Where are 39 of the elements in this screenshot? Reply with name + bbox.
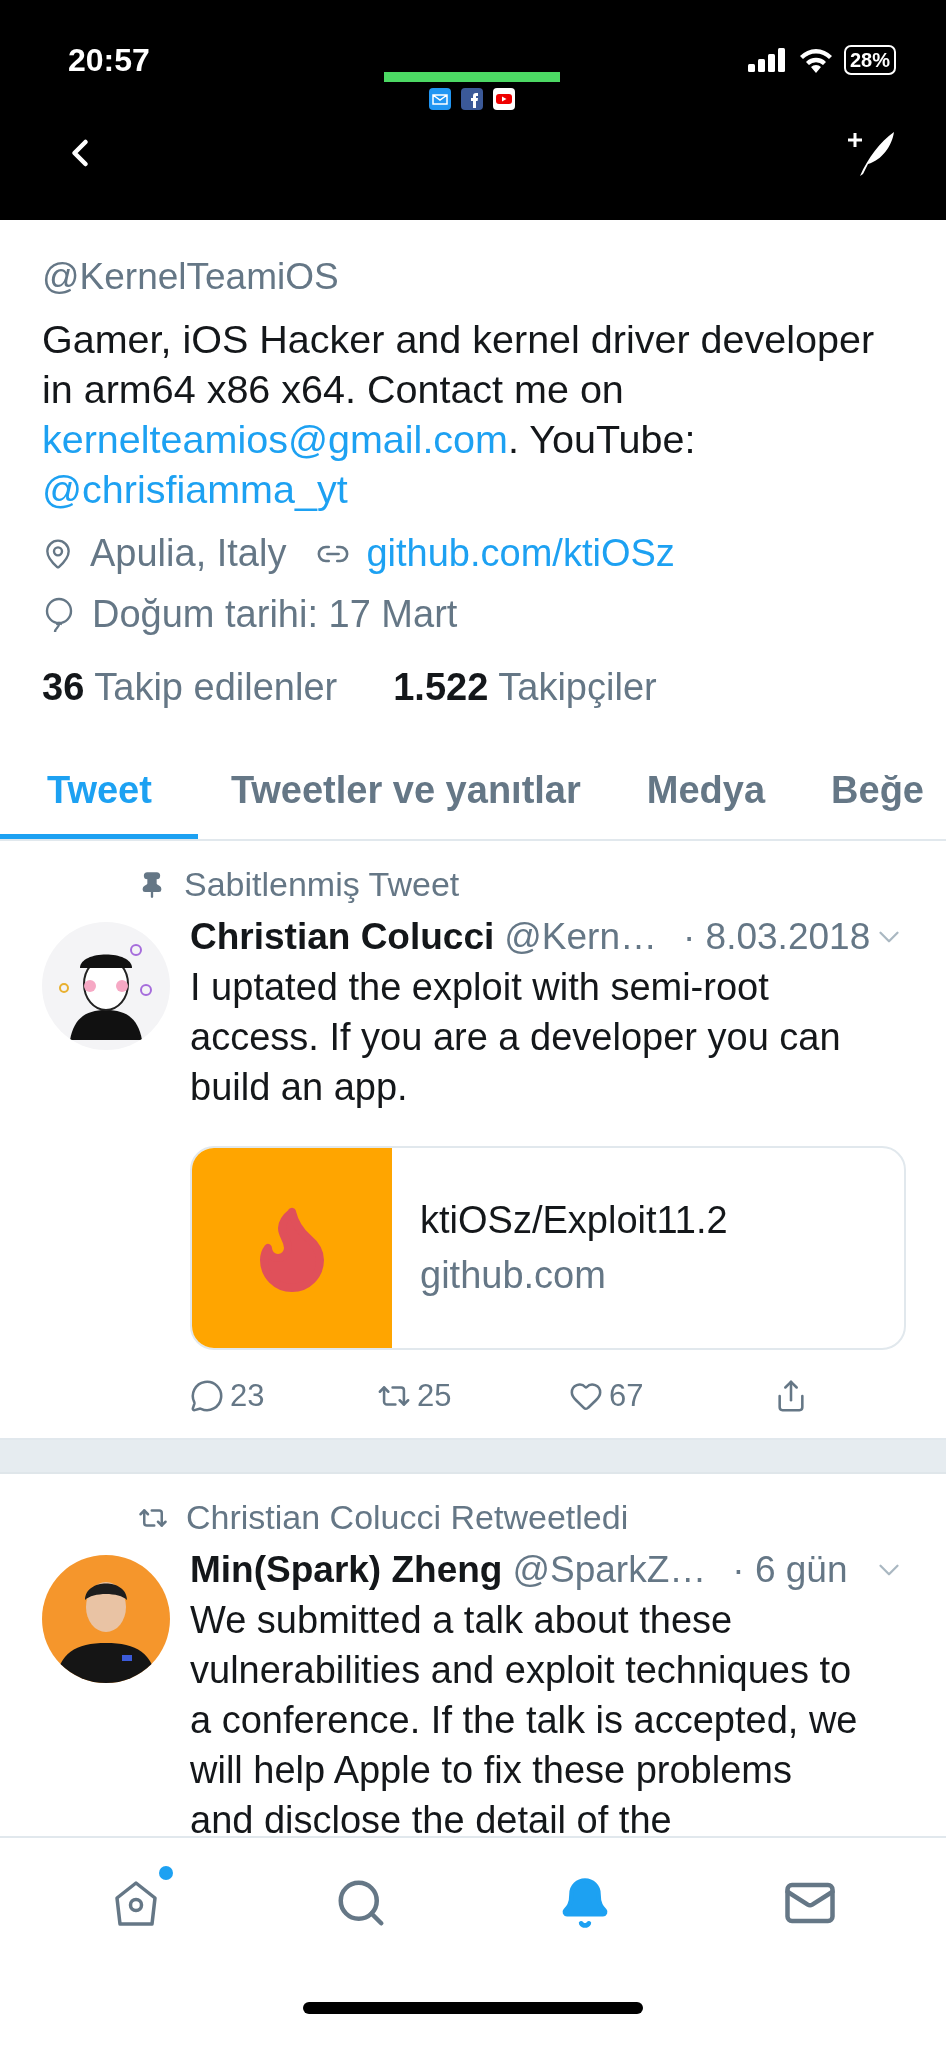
author-name[interactable]: Christian Colucci bbox=[190, 912, 495, 962]
tweet-context: Christian Colucci Retweetledi bbox=[186, 1498, 629, 1537]
author-name[interactable]: Min(Spark) Zheng bbox=[190, 1545, 503, 1595]
mail-icon bbox=[429, 88, 451, 110]
stat-count[interactable]: 36 bbox=[42, 666, 85, 709]
website-link[interactable]: github.com/ktiOSz bbox=[366, 532, 675, 575]
status-time: 20:57 bbox=[68, 41, 150, 79]
play-icon bbox=[493, 88, 515, 110]
card-title: ktiOSz/Exploit11.2 bbox=[420, 1199, 728, 1242]
retweet-action[interactable]: 25 bbox=[377, 1378, 569, 1414]
stat-label[interactable]: Takip edilenler bbox=[94, 666, 338, 709]
tweet-time: · 8.03.2018 bbox=[683, 915, 871, 959]
profile-bio: Gamer, iOS Hacker and kernel driver developer in arm64 x86 x64. Contact me on kernelteamios@gmail.com. YouTube: @chrisfiamma_yt bbox=[42, 316, 876, 513]
email-link[interactable]: kernelteamios@gmail.com bbox=[42, 417, 508, 461]
link-card[interactable]: ktiOSz/Exploit11.2 github.com bbox=[190, 1146, 906, 1350]
profile-tab[interactable]: Medya bbox=[613, 749, 799, 839]
author-handle: @Kern… bbox=[504, 915, 657, 959]
tweet-context: Sabitlenmiş Tweet bbox=[184, 865, 460, 904]
profile-tab[interactable]: Tweetler ve yanıtlar bbox=[197, 749, 614, 839]
app-icon bbox=[461, 88, 483, 110]
unread-dot bbox=[159, 1866, 174, 1880]
profile-tab[interactable]: Tweet bbox=[0, 749, 198, 839]
author-handle: @SparkZ… bbox=[512, 1548, 707, 1592]
signal-icon bbox=[747, 48, 788, 72]
tweet-text: I uptated the exploit with semi-root access. If you are a developer you can build an app. bbox=[190, 965, 842, 1110]
battery-level: 28% bbox=[843, 45, 896, 75]
mention-link[interactable]: @chrisfiamma_yt bbox=[42, 467, 348, 511]
birthday-text: Doğum tarihi: 17 Mart bbox=[92, 593, 458, 636]
tweet-text: We submitted a talk about these vulnerabilities and exploit techniques to a conference. If the talk is accepted, we will help Apple to fix these problems and disclose the detail of the bbox=[190, 1598, 859, 1843]
tweet-time: · 6 gün bbox=[732, 1548, 848, 1592]
stat-label[interactable]: Takipçiler bbox=[498, 666, 657, 709]
profile-handle: @KernelTeamiOS bbox=[42, 256, 340, 298]
reply-icon bbox=[190, 1379, 224, 1413]
card-domain: github.com bbox=[420, 1254, 607, 1297]
reply-action[interactable]: 23 bbox=[190, 1378, 377, 1414]
location-text: Apulia, Italy bbox=[90, 532, 287, 575]
stat-count[interactable]: 1.522 bbox=[393, 666, 489, 709]
like-action[interactable]: 67 bbox=[569, 1378, 774, 1414]
profile-tab[interactable]: Beğe bbox=[798, 749, 924, 839]
